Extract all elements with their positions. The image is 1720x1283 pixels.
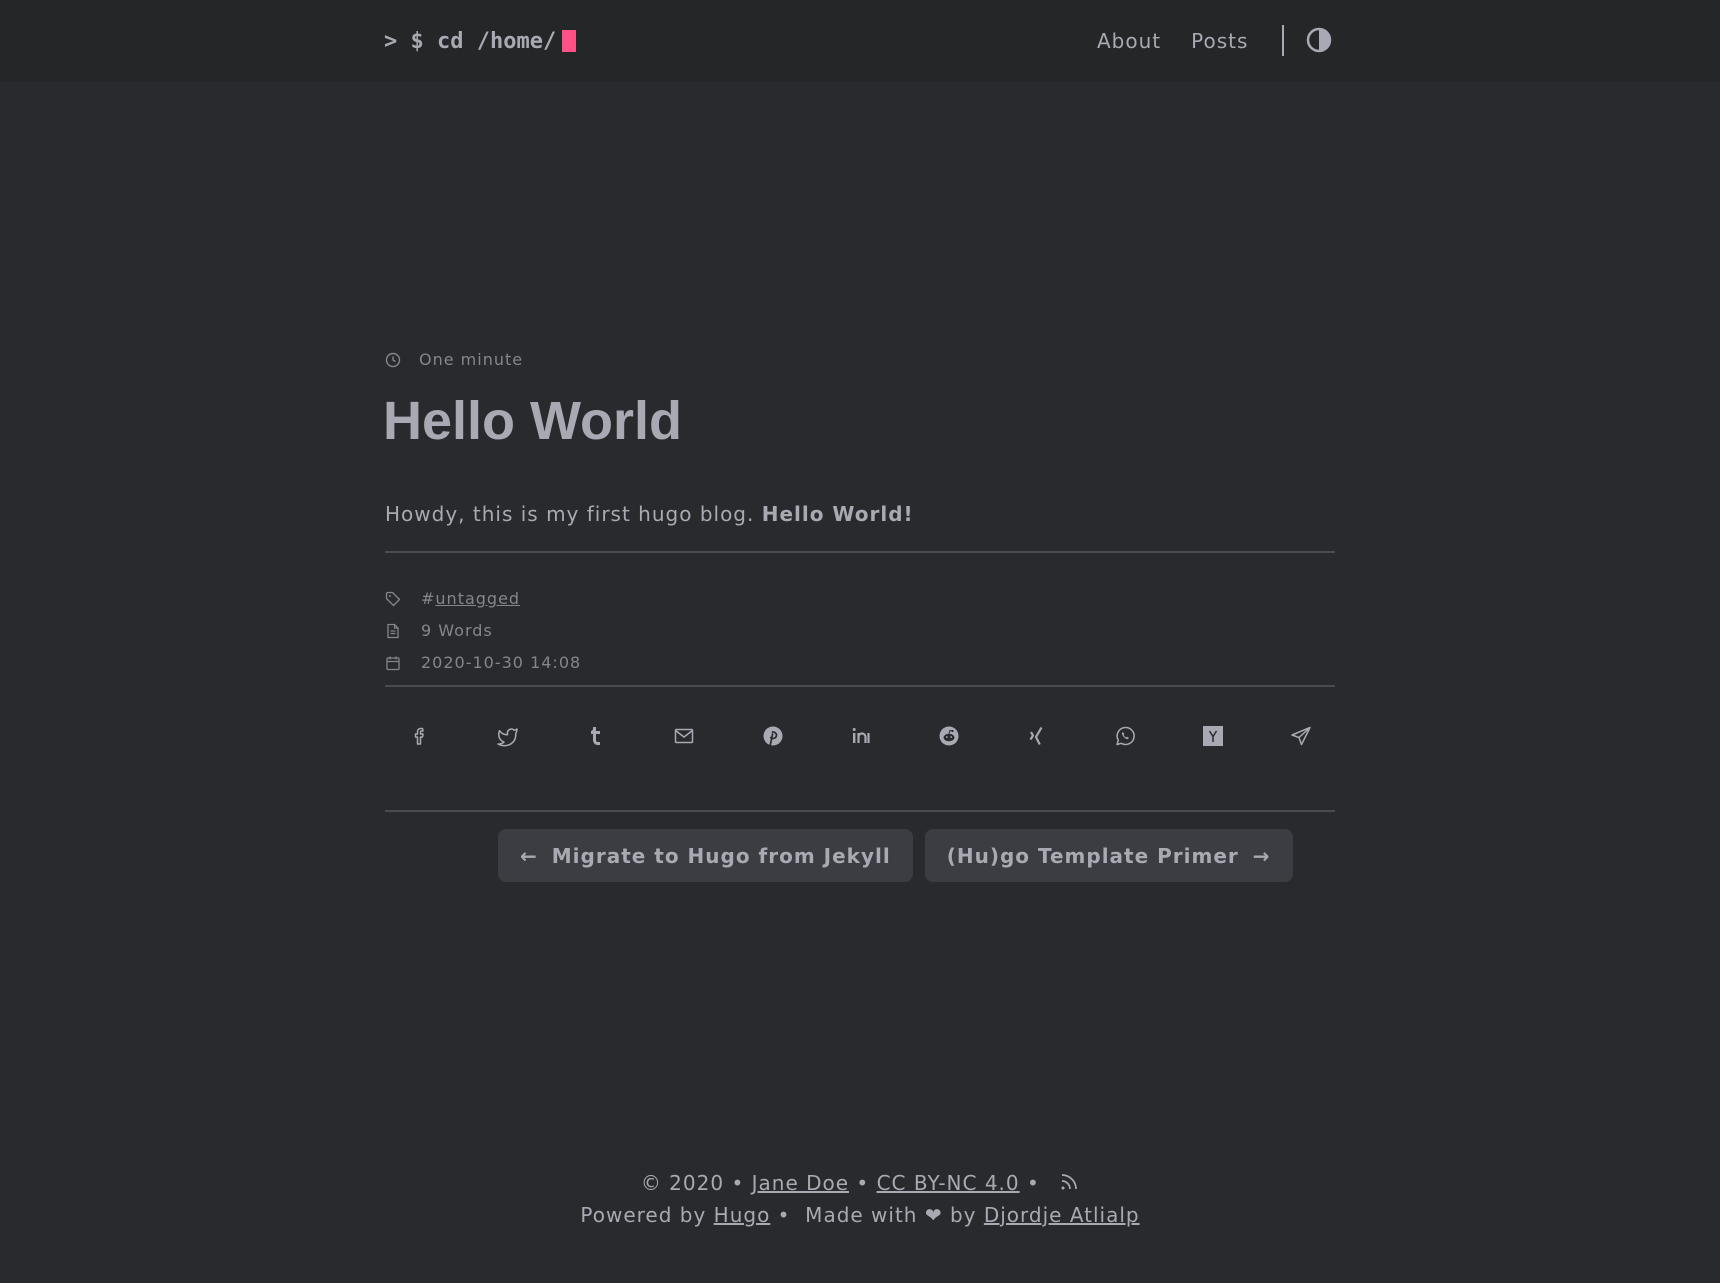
facebook-icon bbox=[414, 727, 424, 745]
share-linkedin-button[interactable] bbox=[843, 718, 879, 754]
arrow-left-icon: ← bbox=[520, 843, 538, 868]
reading-time: One minute bbox=[385, 350, 523, 369]
tag-link-untagged[interactable]: untagged bbox=[435, 589, 520, 608]
footer-author-link[interactable]: Jane Doe bbox=[752, 1171, 849, 1195]
telegram-icon bbox=[1291, 726, 1311, 746]
footer-powered-by: Powered by bbox=[580, 1203, 714, 1227]
xing-icon bbox=[1029, 726, 1043, 745]
footer-license-link[interactable]: CC BY-NC 4.0 bbox=[877, 1171, 1020, 1195]
reddit-icon bbox=[939, 726, 959, 746]
rss-icon bbox=[1061, 1174, 1078, 1190]
share-buttons bbox=[385, 718, 1335, 754]
next-post-label: (Hu)go Template Primer bbox=[946, 843, 1239, 868]
prev-post-label: Migrate to Hugo from Jekyll bbox=[551, 843, 891, 868]
nav-posts[interactable]: Posts bbox=[1191, 29, 1248, 53]
post-title: Hello World bbox=[383, 391, 683, 451]
logo-cursor bbox=[562, 30, 577, 52]
post-pagination: ← Migrate to Hugo from Jekyll (Hu)go Tem… bbox=[498, 829, 1293, 882]
tumblr-icon bbox=[591, 727, 600, 745]
clock-icon bbox=[385, 352, 401, 367]
tag-icon bbox=[385, 591, 401, 606]
post-date-text: 2020-10-30 14:08 bbox=[421, 653, 582, 672]
calendar-icon bbox=[386, 656, 400, 670]
post-content: Howdy, this is my first hugo blog. Hello… bbox=[385, 502, 914, 526]
footer-theme-author-link[interactable]: Djordje Atlialp bbox=[984, 1203, 1140, 1227]
share-twitter-button[interactable] bbox=[490, 718, 526, 754]
word-count: 9 Words bbox=[385, 621, 493, 640]
hackernews-icon bbox=[1203, 726, 1223, 746]
post-tags: # untagged bbox=[385, 589, 520, 608]
post-body-bold: Hello World! bbox=[761, 502, 914, 526]
document-icon bbox=[387, 623, 399, 638]
footer-separator: • bbox=[849, 1171, 877, 1195]
footer-hugo-link[interactable]: Hugo bbox=[714, 1203, 771, 1227]
site-header: > $ cd /home/ About Posts bbox=[0, 0, 1720, 82]
post-body-text: Howdy, this is my first hugo blog. bbox=[385, 502, 762, 526]
share-tumblr-button[interactable] bbox=[578, 718, 614, 754]
logo-text: > $ cd /home/ bbox=[384, 28, 557, 54]
footer-separator: • bbox=[1019, 1171, 1048, 1195]
site-footer: © 2020 • Jane Doe • CC BY-NC 4.0 • Power… bbox=[0, 1168, 1720, 1230]
share-divider bbox=[385, 810, 1335, 812]
site-logo[interactable]: > $ cd /home/ bbox=[384, 22, 577, 60]
share-xing-button[interactable] bbox=[1019, 718, 1055, 754]
reading-time-text: One minute bbox=[419, 350, 524, 369]
content-divider bbox=[385, 551, 1335, 553]
arrow-right-icon: → bbox=[1252, 843, 1271, 868]
share-reddit-button[interactable] bbox=[931, 718, 967, 754]
rss-feed-link[interactable] bbox=[1059, 1170, 1079, 1200]
twitter-icon bbox=[497, 728, 518, 747]
meta-divider bbox=[385, 685, 1335, 687]
share-email-button[interactable] bbox=[666, 718, 702, 754]
tag-prefix: # bbox=[421, 589, 436, 608]
footer-line-2: Powered by Hugo • Made with ❤ by Djordje… bbox=[0, 1200, 1720, 1230]
nav-divider bbox=[1282, 25, 1284, 56]
share-whatsapp-button[interactable] bbox=[1107, 718, 1143, 754]
footer-line-1: © 2020 • Jane Doe • CC BY-NC 4.0 • bbox=[0, 1168, 1720, 1200]
share-telegram-button[interactable] bbox=[1283, 718, 1319, 754]
share-pinterest-button[interactable] bbox=[755, 718, 791, 754]
prev-post-button[interactable]: ← Migrate to Hugo from Jekyll bbox=[498, 829, 913, 882]
pinterest-icon bbox=[763, 726, 783, 746]
share-hackernews-button[interactable] bbox=[1195, 718, 1231, 754]
email-icon bbox=[674, 728, 694, 744]
linkedin-icon bbox=[852, 728, 870, 743]
next-post-button[interactable]: (Hu)go Template Primer → bbox=[924, 829, 1293, 882]
footer-copyright: © 2020 • bbox=[640, 1171, 752, 1195]
word-count-text: 9 Words bbox=[421, 621, 493, 640]
theme-toggle-button[interactable] bbox=[1306, 27, 1332, 53]
nav-about[interactable]: About bbox=[1097, 29, 1161, 53]
main-nav: About Posts bbox=[1097, 22, 1278, 60]
contrast-icon bbox=[1306, 27, 1332, 53]
post-date: 2020-10-30 14:08 bbox=[385, 653, 581, 672]
whatsapp-icon bbox=[1116, 726, 1135, 746]
footer-made-with: • Made with ❤ by bbox=[770, 1203, 984, 1227]
share-facebook-button[interactable] bbox=[402, 718, 438, 754]
